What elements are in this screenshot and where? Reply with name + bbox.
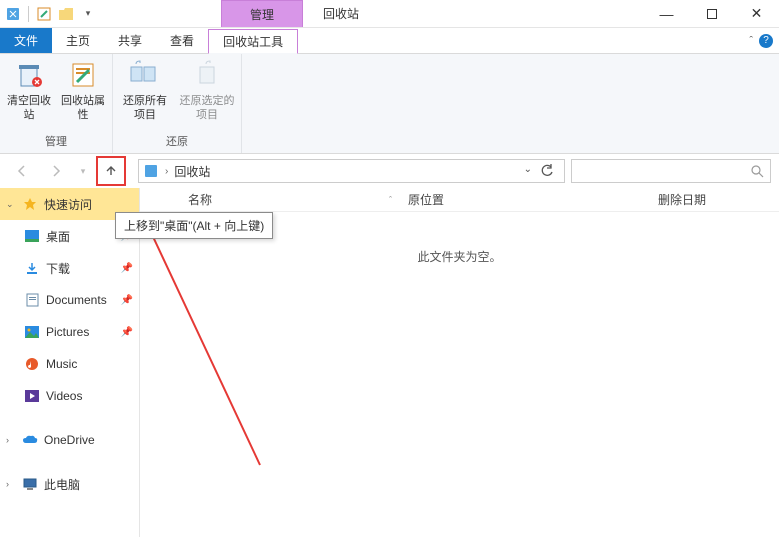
desktop-icon [24, 228, 40, 244]
up-button-tooltip: 上移到"桌面"(Alt + 向上键) [115, 212, 273, 239]
column-headers: 名称 ˆ 原位置 删除日期 [140, 188, 779, 212]
tab-view[interactable]: 查看 [156, 28, 208, 53]
sidebar-item-this-pc[interactable]: › 此电脑 [0, 468, 139, 500]
window-controls: — ✕ [644, 0, 779, 28]
pin-icon: 📌 [121, 327, 133, 338]
recycle-properties-icon [67, 58, 99, 90]
expand-icon[interactable]: › [6, 479, 16, 489]
up-button[interactable] [96, 156, 126, 186]
qat-dropdown-icon[interactable]: ▾ [79, 5, 97, 23]
empty-recycle-icon [13, 58, 45, 90]
content-area: ⌄ 快速访问 桌面 📌 下载 📌 Documents 📌 [0, 188, 779, 537]
breadcrumb-item[interactable]: 回收站 [174, 163, 210, 180]
properties-icon[interactable] [35, 5, 53, 23]
sidebar-item-onedrive[interactable]: › OneDrive [0, 424, 139, 456]
back-button[interactable] [8, 157, 36, 185]
folder-icon[interactable] [57, 5, 75, 23]
navigation-pane: ⌄ 快速访问 桌面 📌 下载 📌 Documents 📌 [0, 188, 140, 537]
column-delete-date[interactable]: 删除日期 [650, 191, 779, 208]
restore-selected-button[interactable]: 还原选定的项目 [179, 58, 235, 122]
tab-file[interactable]: 文件 [0, 28, 52, 53]
collapse-ribbon-icon[interactable]: ˆ [749, 35, 753, 47]
this-pc-icon [22, 476, 38, 492]
quick-access-toolbar: ▾ [0, 5, 101, 23]
pin-icon: 📌 [121, 263, 133, 274]
navigation-row: ▾ › 回收站 ⌄ [0, 154, 779, 188]
sidebar-item-pictures[interactable]: Pictures 📌 [18, 316, 139, 348]
ribbon-tabs: 文件 主页 共享 查看 回收站工具 ˆ ? [0, 28, 779, 54]
context-tab-label: 管理 [221, 0, 303, 27]
onedrive-icon [22, 432, 38, 448]
downloads-icon [24, 260, 40, 276]
search-icon [750, 164, 764, 178]
minimize-button[interactable]: — [644, 0, 689, 28]
search-box[interactable] [571, 159, 771, 183]
close-button[interactable]: ✕ [734, 0, 779, 28]
address-dropdown-icon[interactable]: ⌄ [524, 164, 532, 178]
sort-indicator-icon: ˆ [389, 195, 392, 205]
ribbon: 清空回收站 回收站属性 管理 还原所有项目 还原选定的 [0, 54, 779, 154]
help-icon[interactable]: ? [759, 34, 773, 48]
empty-recycle-button[interactable]: 清空回收站 [6, 58, 52, 122]
maximize-button[interactable] [689, 0, 734, 28]
pin-icon: 📌 [121, 295, 133, 306]
tab-recycle-tools[interactable]: 回收站工具 [208, 29, 298, 54]
restore-all-button[interactable]: 还原所有项目 [119, 58, 171, 122]
recycle-properties-button[interactable]: 回收站属性 [60, 58, 106, 122]
ribbon-group-manage: 清空回收站 回收站属性 管理 [0, 54, 113, 153]
history-dropdown[interactable]: ▾ [76, 157, 90, 185]
expand-icon[interactable]: › [6, 435, 16, 445]
sidebar-item-documents[interactable]: Documents 📌 [18, 284, 139, 316]
restore-all-icon [129, 58, 161, 90]
title-bar: ▾ 管理 回收站 — ✕ [0, 0, 779, 28]
expand-icon[interactable]: ⌄ [6, 199, 16, 210]
documents-icon [24, 292, 40, 308]
recycle-bin-icon [4, 5, 22, 23]
sidebar-item-videos[interactable]: Videos [18, 380, 139, 412]
star-icon [22, 196, 38, 212]
chevron-right-icon[interactable]: › [165, 166, 168, 177]
videos-icon [24, 388, 40, 404]
main-pane: 名称 ˆ 原位置 删除日期 此文件夹为空。 [140, 188, 779, 537]
column-name[interactable]: 名称 ˆ [140, 191, 400, 208]
sidebar-item-music[interactable]: Music [18, 348, 139, 380]
tab-home[interactable]: 主页 [52, 28, 104, 53]
contextual-tab-area: 管理 [221, 0, 303, 27]
ribbon-group-restore: 还原所有项目 还原选定的项目 还原 [113, 54, 242, 153]
restore-selected-icon [191, 58, 223, 90]
sidebar-item-downloads[interactable]: 下载 📌 [18, 252, 139, 284]
refresh-icon[interactable] [540, 164, 554, 178]
recycle-bin-icon [143, 163, 159, 179]
address-bar[interactable]: › 回收站 ⌄ [138, 159, 565, 183]
separator [28, 6, 29, 22]
music-icon [24, 356, 40, 372]
forward-button[interactable] [42, 157, 70, 185]
pictures-icon [24, 324, 40, 340]
window-title: 回收站 [303, 5, 644, 22]
tab-share[interactable]: 共享 [104, 28, 156, 53]
column-original-location[interactable]: 原位置 [400, 191, 650, 208]
